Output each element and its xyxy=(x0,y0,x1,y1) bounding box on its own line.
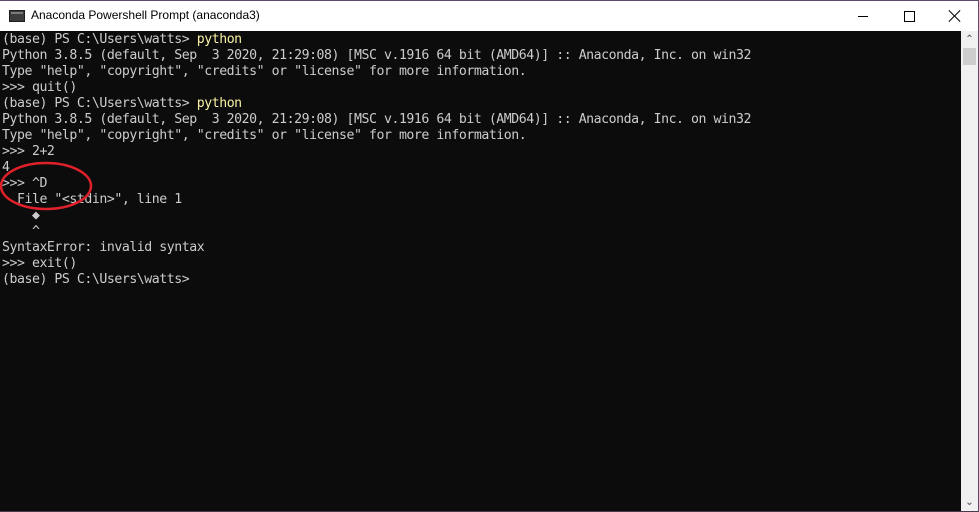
prompt-text: (base) PS C:\Users\watts> xyxy=(2,32,197,47)
terminal-line: SyntaxError: invalid syntax xyxy=(2,240,205,255)
command-text: python xyxy=(196,32,242,47)
terminal-line: Python 3.8.5 (default, Sep 3 2020, 21:29… xyxy=(2,112,751,127)
terminal-app-icon xyxy=(9,10,25,22)
scroll-up-button[interactable]: ⌃ xyxy=(961,31,978,48)
terminal-line: >>> ^D xyxy=(2,176,47,191)
vertical-scrollbar[interactable]: ⌃ ⌄ xyxy=(961,31,978,511)
terminal-line: File "<stdin>", line 1 xyxy=(2,192,182,207)
terminal-line: Type "help", "copyright", "credits" or "… xyxy=(2,128,527,143)
minimize-button[interactable] xyxy=(840,1,886,31)
terminal-line: >>> exit() xyxy=(2,256,77,271)
scroll-down-button[interactable]: ⌄ xyxy=(961,494,978,511)
terminal-line: (base) PS C:\Users\watts> python xyxy=(2,32,242,48)
minimize-icon xyxy=(858,15,868,17)
terminal-output[interactable]: (base) PS C:\Users\watts> python Python 3… xyxy=(0,31,961,511)
title-bar[interactable]: Anaconda Powershell Prompt (anaconda3) xyxy=(0,0,978,31)
scroll-thumb[interactable] xyxy=(963,48,976,65)
close-button[interactable] xyxy=(932,1,978,31)
chevron-up-icon: ⌃ xyxy=(965,34,974,45)
terminal-line: ^ xyxy=(2,224,40,239)
command-text: python xyxy=(196,96,242,111)
terminal-line: >>> quit() xyxy=(2,80,77,95)
terminal-line: Type "help", "copyright", "credits" or "… xyxy=(2,64,527,79)
maximize-button[interactable] xyxy=(886,1,932,31)
terminal-line: ◆ xyxy=(2,208,40,223)
terminal-line: (base) PS C:\Users\watts> xyxy=(2,272,190,287)
terminal-line: (base) PS C:\Users\watts> python xyxy=(2,96,242,112)
close-icon xyxy=(949,10,961,22)
terminal-window: Anaconda Powershell Prompt (anaconda3) (… xyxy=(0,0,979,512)
chevron-down-icon: ⌄ xyxy=(965,497,974,508)
prompt-text: (base) PS C:\Users\watts> xyxy=(2,96,197,111)
terminal-line: >>> 2+2 xyxy=(2,144,55,159)
terminal-line: Python 3.8.5 (default, Sep 3 2020, 21:29… xyxy=(2,48,751,63)
maximize-icon xyxy=(903,10,915,22)
terminal-line: 4 xyxy=(2,160,10,175)
window-title: Anaconda Powershell Prompt (anaconda3) xyxy=(31,8,260,22)
